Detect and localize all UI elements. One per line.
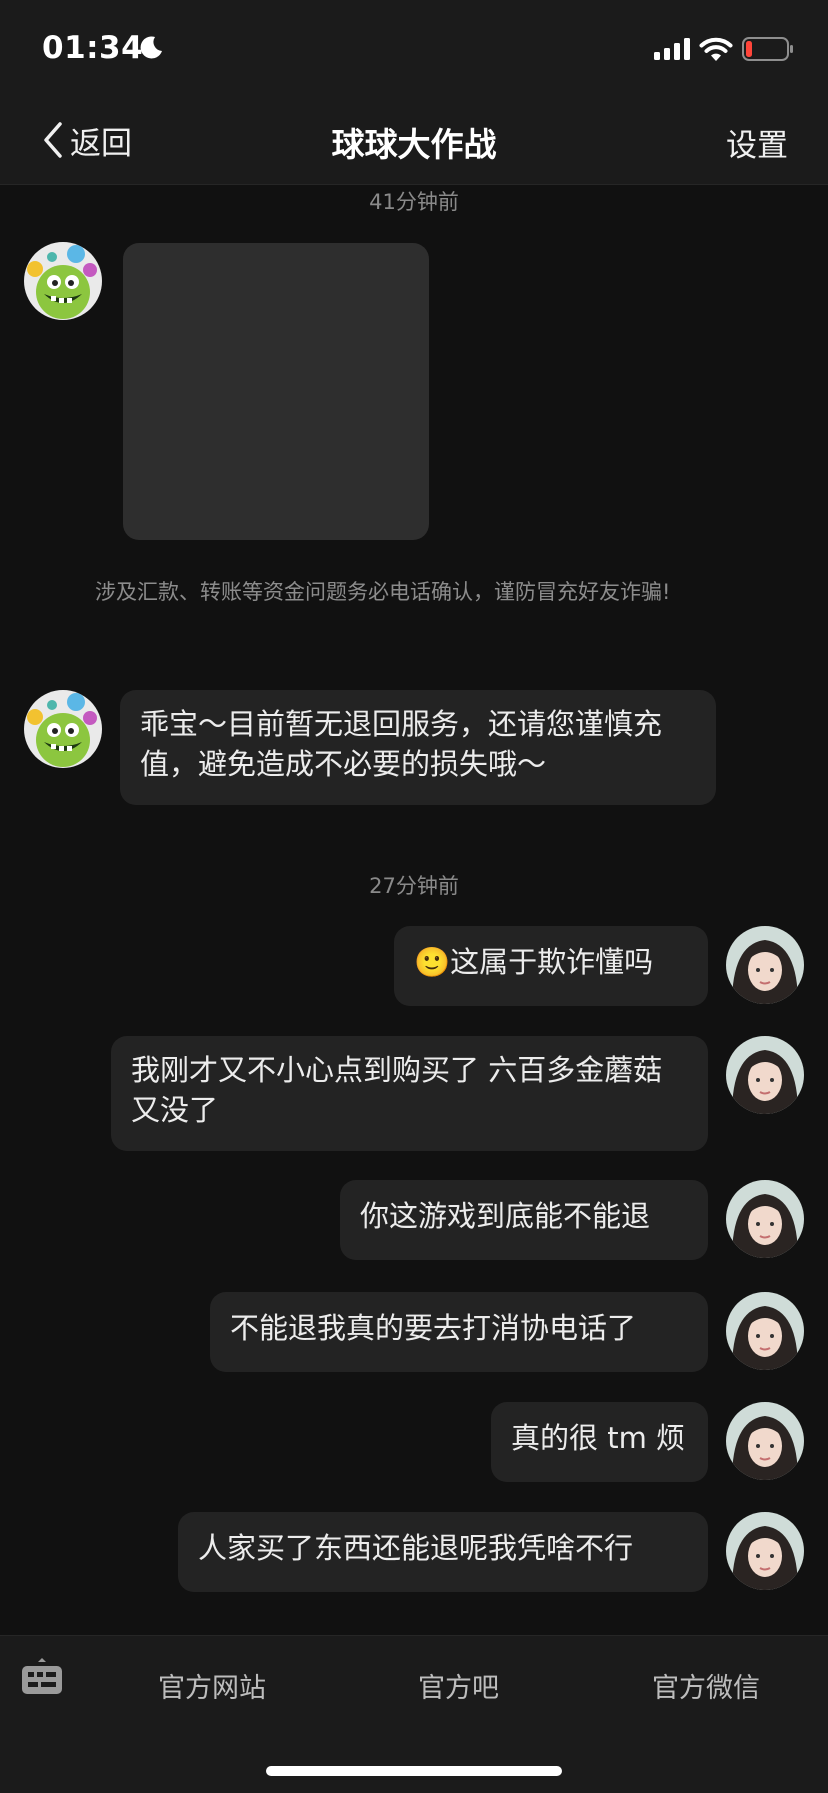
message-text: 人家买了东西还能退呢我凭啥不行 xyxy=(198,1531,634,1565)
nav-bar: 返回 球球大作战 设置 xyxy=(0,96,828,185)
user-avatar[interactable] xyxy=(726,1036,804,1114)
battery-low-icon xyxy=(742,37,793,61)
message-text: 真的很 tm 烦 xyxy=(511,1421,686,1455)
outgoing-message[interactable]: 不能退我真的要去打消协电话了 xyxy=(210,1292,708,1372)
menu-official-wechat[interactable]: 官方微信 xyxy=(652,1666,760,1705)
incoming-message[interactable]: 乖宝～目前暂无退回服务，还请您谨慎充值，避免造成不必要的损失哦～ xyxy=(120,690,716,805)
image-placeholder[interactable] xyxy=(123,243,429,540)
status-time: 01:34 xyxy=(42,30,144,66)
timestamp: 41分钟前 xyxy=(369,190,459,214)
outgoing-message[interactable]: 人家买了东西还能退呢我凭啥不行 xyxy=(178,1512,708,1592)
keyboard-icon[interactable] xyxy=(20,1656,64,1700)
outgoing-message[interactable]: 你这游戏到底能不能退 xyxy=(340,1180,708,1260)
moon-icon xyxy=(140,36,162,59)
user-portrait-icon xyxy=(726,1292,804,1370)
settings-button[interactable]: 设置 xyxy=(726,120,788,165)
message-text: 不能退我真的要去打消协电话了 xyxy=(230,1311,637,1345)
wifi-icon xyxy=(699,37,733,61)
outgoing-message[interactable]: 我刚才又不小心点到购买了 六百多金蘑菇又没了 xyxy=(111,1036,708,1151)
user-portrait-icon xyxy=(726,926,804,1004)
monster-avatar-icon xyxy=(24,242,102,320)
back-label: 返回 xyxy=(70,125,132,162)
user-avatar[interactable] xyxy=(726,1512,804,1590)
outgoing-message[interactable]: 🙂这属于欺诈懂吗 xyxy=(394,926,708,1006)
message-text: 这属于欺诈懂吗 xyxy=(450,945,654,979)
menu-official-forum[interactable]: 官方吧 xyxy=(418,1666,499,1705)
status-bar: 01:34 xyxy=(0,0,828,96)
monster-avatar-icon xyxy=(24,690,102,768)
user-avatar[interactable] xyxy=(726,1180,804,1258)
message-text: 乖宝～目前暂无退回服务，还请您谨慎充值，避免造成不必要的损失哦～ xyxy=(140,707,663,781)
user-avatar[interactable] xyxy=(726,1402,804,1480)
fraud-warning: 涉及汇款、转账等资金问题务必电话确认，谨防冒充好友诈骗! xyxy=(95,580,671,604)
message-text: 我刚才又不小心点到购买了 六百多金蘑菇又没了 xyxy=(131,1053,663,1127)
signal-icon xyxy=(654,38,690,60)
timestamp: 27分钟前 xyxy=(369,874,459,898)
user-portrait-icon xyxy=(726,1036,804,1114)
menu-official-website[interactable]: 官方网站 xyxy=(158,1666,266,1705)
user-portrait-icon xyxy=(726,1402,804,1480)
user-avatar[interactable] xyxy=(726,926,804,1004)
smile-emoji-icon: 🙂 xyxy=(414,945,451,979)
official-avatar[interactable] xyxy=(24,690,102,768)
user-portrait-icon xyxy=(726,1180,804,1258)
user-portrait-icon xyxy=(726,1512,804,1590)
message-text: 你这游戏到底能不能退 xyxy=(360,1199,651,1233)
outgoing-message[interactable]: 真的很 tm 烦 xyxy=(491,1402,708,1482)
official-avatar[interactable] xyxy=(24,242,102,320)
home-indicator[interactable] xyxy=(266,1766,562,1776)
back-button[interactable]: 返回 xyxy=(40,116,132,164)
chevron-left-icon xyxy=(44,122,62,158)
user-avatar[interactable] xyxy=(726,1292,804,1370)
